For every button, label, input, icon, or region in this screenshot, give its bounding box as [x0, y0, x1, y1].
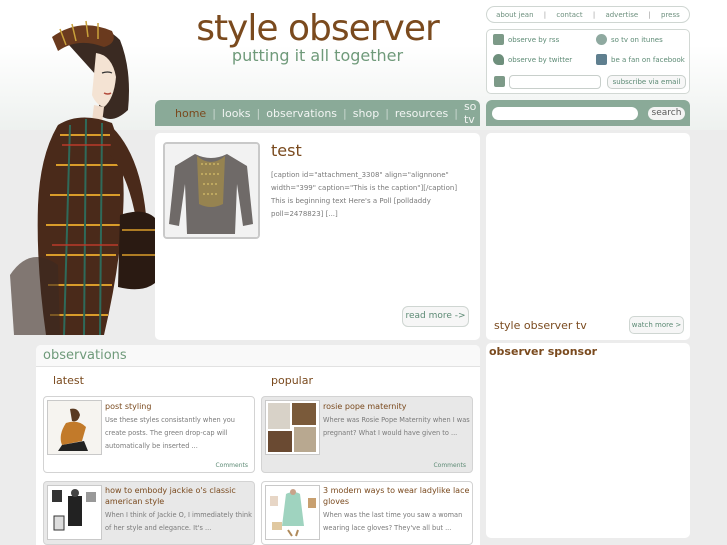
twitter-icon [493, 54, 504, 65]
read-more-button[interactable]: read more -> [402, 306, 469, 327]
nav-observations[interactable]: observations [260, 107, 343, 120]
post-excerpt: Where was Rosie Pope Maternity when I wa… [323, 416, 470, 437]
post-thumbnail [47, 485, 102, 540]
subscribe-email-input[interactable] [509, 75, 601, 89]
post-title[interactable]: rosie pope maternity [323, 401, 471, 412]
twitter-link[interactable]: observe by twitter [493, 54, 572, 65]
watch-more-button[interactable]: watch more > [629, 316, 684, 334]
featured-thumbnail[interactable] [163, 142, 260, 239]
top-link-contact[interactable]: contact [556, 11, 582, 19]
nav-so-tv[interactable]: so tv [458, 100, 482, 126]
sponsor-title: observer sponsor [489, 345, 598, 358]
post-thumbnail [265, 485, 320, 540]
rss-icon [493, 34, 504, 45]
divider: | [592, 10, 596, 19]
featured-post: test [caption id="attachment_3308" align… [155, 133, 480, 340]
top-link-advertise[interactable]: advertise [605, 11, 638, 19]
email-icon [494, 76, 505, 87]
main-nav: home | looks | observations | shop | res… [155, 100, 480, 126]
top-link-about[interactable]: about jean [496, 11, 533, 19]
rss-link[interactable]: observe by rss [493, 34, 559, 45]
popular-post-card[interactable]: 3 modern ways to wear ladylike lace glov… [261, 481, 473, 545]
facebook-label: be a fan on facebook [611, 55, 685, 64]
top-link-press[interactable]: press [661, 11, 680, 19]
divider: | [648, 10, 651, 19]
itunes-label: so tv on itunes [611, 35, 663, 44]
post-title[interactable]: post styling [105, 401, 253, 412]
latest-post-card[interactable]: post styling Use these styles consistant… [43, 396, 255, 473]
observations-header: observations [36, 345, 480, 367]
post-excerpt: Use these styles consistantly when you c… [105, 416, 235, 450]
sweater-image [165, 144, 258, 237]
post-excerpt: When I think of Jackie O, I immediately … [105, 511, 252, 532]
facebook-link[interactable]: be a fan on facebook [596, 54, 685, 65]
nav-resources[interactable]: resources [389, 107, 454, 120]
twitter-label: observe by twitter [508, 55, 573, 64]
post-thumbnail [265, 400, 320, 455]
top-links-bar: about jean | contact | advertise | press [486, 6, 690, 23]
social-box: observe by rss so tv on itunes observe b… [486, 29, 690, 94]
nav-home[interactable]: home [169, 107, 212, 120]
featured-excerpt: [caption id="attachment_3308" align="ali… [271, 171, 458, 218]
observations-title: observations [43, 348, 127, 363]
facebook-icon [596, 54, 607, 65]
post-title[interactable]: how to embody jackie o's classic america… [105, 485, 253, 507]
nav-looks[interactable]: looks [216, 107, 257, 120]
featured-title[interactable]: test [271, 141, 302, 160]
comments-link[interactable]: Comments [433, 462, 466, 469]
divider: | [543, 10, 547, 19]
latest-post-card[interactable]: how to embody jackie o's classic america… [43, 481, 255, 545]
site-title[interactable]: style observer [170, 8, 465, 49]
latest-heading: latest [53, 374, 84, 387]
tv-box: style observer tv watch more > [486, 133, 690, 340]
search-bar: search [486, 100, 690, 126]
search-button[interactable]: search [648, 107, 685, 120]
tv-title: style observer tv [494, 319, 587, 332]
popular-heading: popular [271, 374, 313, 387]
post-title[interactable]: 3 modern ways to wear ladylike lace glov… [323, 485, 471, 507]
post-excerpt: When was the last time you saw a woman w… [323, 511, 463, 532]
observations-section: observations latest popular post styling… [36, 345, 480, 545]
search-input[interactable] [492, 107, 638, 120]
popular-post-card[interactable]: rosie pope maternity Where was Rosie Pop… [261, 396, 473, 473]
itunes-icon [596, 34, 607, 45]
nav-shop[interactable]: shop [347, 107, 385, 120]
post-thumbnail [47, 400, 102, 455]
subscribe-button[interactable]: subscribe via email [607, 75, 686, 89]
itunes-link[interactable]: so tv on itunes [596, 34, 663, 45]
comments-link[interactable]: Comments [215, 462, 248, 469]
site-tagline: putting it all together [231, 46, 404, 65]
sponsor-box: observer sponsor [486, 343, 690, 538]
rss-label: observe by rss [508, 35, 560, 44]
fashion-illustration [10, 20, 162, 336]
